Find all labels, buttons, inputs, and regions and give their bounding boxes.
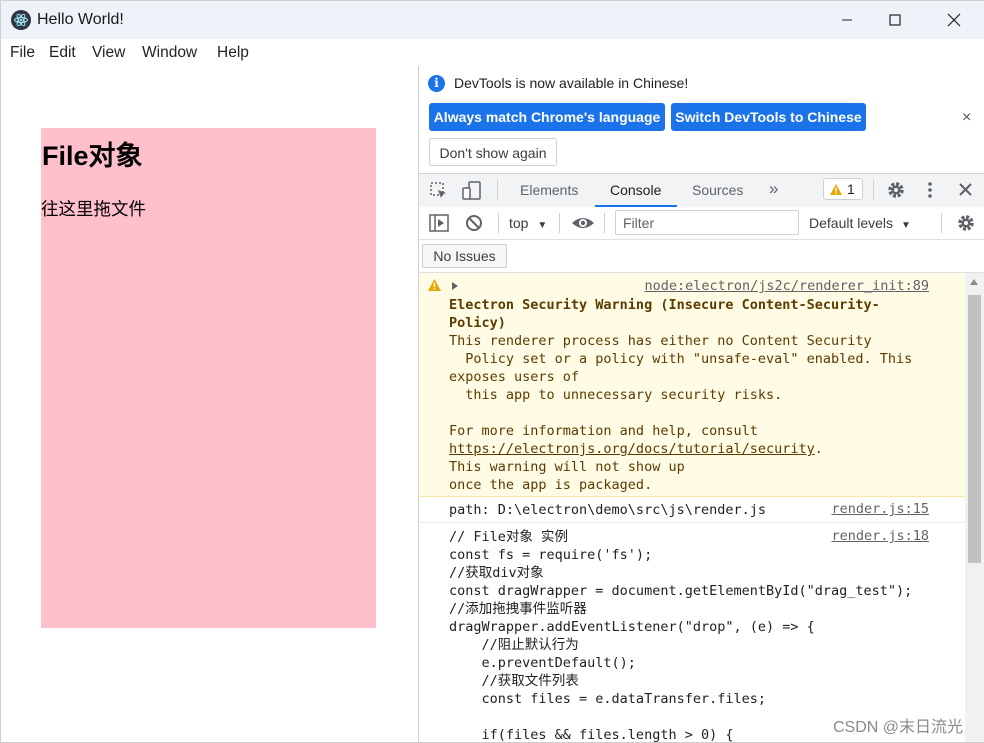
menu-file[interactable]: File <box>10 44 35 62</box>
code-line: const fs = require('fs'); <box>449 547 653 563</box>
code-line: if(files && files.length > 0) { <box>449 727 734 742</box>
electron-app-icon <box>11 10 31 30</box>
path-log-message[interactable]: path: D:\electron\demo\src\js\render.js … <box>419 497 965 523</box>
scrollbar-thumb[interactable] <box>968 295 981 563</box>
code-log-source-link[interactable]: render.js:18 <box>831 528 929 544</box>
no-issues-button[interactable]: No Issues <box>422 244 507 268</box>
clear-console-icon[interactable] <box>465 214 483 237</box>
code-line: // File对象 实例 <box>449 529 569 545</box>
menu-help[interactable]: Help <box>217 44 249 62</box>
menu-bar: File Edit View Window Help <box>1 39 984 66</box>
filter-input[interactable]: Filter <box>615 210 799 235</box>
switch-to-chinese-button[interactable]: Switch DevTools to Chinese <box>671 103 866 131</box>
more-tabs-icon[interactable]: » <box>769 179 778 199</box>
info-icon: i <box>428 75 445 92</box>
toolbar-divider <box>498 213 499 233</box>
watermark: CSDN @末日流光 <box>833 719 964 736</box>
toolbar-divider <box>604 213 605 233</box>
code-line: const dragWrapper = document.getElementB… <box>449 583 913 599</box>
title-bar[interactable]: Hello World! <box>1 1 984 39</box>
close-window-button[interactable] <box>930 1 978 39</box>
tab-console[interactable]: Console <box>610 182 661 198</box>
language-banner-message: DevTools is now available in Chinese! <box>454 75 689 91</box>
code-line: //获取div对象 <box>449 565 544 581</box>
scroll-up-arrow-icon[interactable] <box>970 279 978 285</box>
devtools-panel: i DevTools is now available in Chinese! … <box>418 66 984 742</box>
security-warning-message[interactable]: node:electron/js2c/renderer_init:89 Elec… <box>419 273 965 497</box>
warning-icon <box>428 279 441 291</box>
security-docs-link[interactable]: https://electronjs.org/docs/tutorial/sec… <box>449 441 815 457</box>
app-window: Hello World! File Edit View Window Help … <box>0 0 984 743</box>
warning-source-link[interactable]: node:electron/js2c/renderer_init:89 <box>645 278 929 294</box>
warning-body-line: This renderer process has either no Cont… <box>449 333 872 349</box>
code-log-message[interactable]: render.js:18 // File对象 实例 const fs = req… <box>419 523 965 742</box>
warning-link-line: https://electronjs.org/docs/tutorial/sec… <box>449 440 823 458</box>
drop-zone[interactable]: File对象 往这里拖文件 <box>41 128 376 628</box>
warning-body-line: Policy set or a policy with "unsafe-eval… <box>449 351 913 367</box>
warning-body-line: this app to unnecessary security risks. <box>449 387 783 403</box>
path-log-text: path: D:\electron\demo\src\js\render.js <box>449 502 766 518</box>
code-line: const files = e.dataTransfer.files; <box>449 691 766 707</box>
context-selector-value: top <box>509 215 529 231</box>
page-content: File对象 往这里拖文件 <box>1 66 417 742</box>
chevron-down-icon: ▼ <box>900 220 911 231</box>
code-line: dragWrapper.addEventListener("drop", (e)… <box>449 619 815 635</box>
device-toolbar-icon[interactable] <box>461 180 483 207</box>
toolbar-divider <box>559 213 560 233</box>
link-suffix: . <box>814 441 823 457</box>
warning-title-line: Electron Security Warning (Insecure Cont… <box>449 297 880 313</box>
warning-icon <box>830 184 842 195</box>
devtools-tab-bar: Elements Console Sources » 1 <box>419 173 984 208</box>
maximize-button[interactable] <box>871 1 919 39</box>
code-line: //阻止默认行为 <box>449 637 579 653</box>
banner-close-icon[interactable]: × <box>962 109 971 127</box>
kebab-menu-icon[interactable] <box>922 180 938 205</box>
toolbar-divider <box>941 213 942 233</box>
console-messages: node:electron/js2c/renderer_init:89 Elec… <box>419 273 965 742</box>
log-levels-dropdown[interactable]: Default levels ▼ <box>809 215 911 231</box>
settings-gear-icon[interactable] <box>886 180 906 205</box>
close-devtools-icon[interactable] <box>958 182 973 202</box>
warning-body-line: For more information and help, consult <box>449 423 758 439</box>
toolbar-divider <box>497 180 498 200</box>
toolbar-divider <box>873 180 874 200</box>
console-settings-gear-icon[interactable] <box>956 213 976 238</box>
console-scrollbar[interactable] <box>965 273 984 742</box>
context-selector[interactable]: top ▼ <box>509 215 547 231</box>
warning-title-line: Policy) <box>449 315 506 331</box>
warning-tail-line: once the app is packaged. <box>449 477 653 493</box>
inspect-element-icon[interactable] <box>429 181 449 206</box>
menu-window[interactable]: Window <box>142 44 197 62</box>
minimize-button[interactable] <box>823 1 871 39</box>
match-language-button[interactable]: Always match Chrome's language <box>429 103 665 131</box>
eye-icon[interactable] <box>571 214 595 237</box>
chevron-down-icon: ▼ <box>537 220 548 231</box>
expand-arrow-icon[interactable] <box>452 282 458 290</box>
warning-count: 1 <box>847 181 855 197</box>
menu-edit[interactable]: Edit <box>49 44 76 62</box>
warning-body-line: exposes users of <box>449 369 580 385</box>
warning-tail-line: This warning will not show up <box>449 459 685 475</box>
console-toolbar: top ▼ Filter Default levels ▼ <box>419 207 984 240</box>
log-levels-label: Default levels <box>809 215 894 231</box>
code-line: //添加拖拽事件监听器 <box>449 601 587 617</box>
window-title: Hello World! <box>37 11 124 28</box>
issues-bar: No Issues <box>419 240 984 273</box>
drop-hint-text: 往这里拖文件 <box>41 199 146 219</box>
code-line: e.preventDefault(); <box>449 655 636 671</box>
code-line: //获取文件列表 <box>449 673 579 689</box>
warning-count-badge[interactable]: 1 <box>823 178 863 200</box>
tab-elements[interactable]: Elements <box>520 182 578 198</box>
path-log-source-link[interactable]: render.js:15 <box>831 501 929 517</box>
sidebar-toggle-icon[interactable] <box>429 214 449 237</box>
tab-sources[interactable]: Sources <box>692 182 743 198</box>
menu-view[interactable]: View <box>92 44 125 62</box>
page-heading: File对象 <box>42 141 143 171</box>
dont-show-again-button[interactable]: Don't show again <box>429 138 557 166</box>
